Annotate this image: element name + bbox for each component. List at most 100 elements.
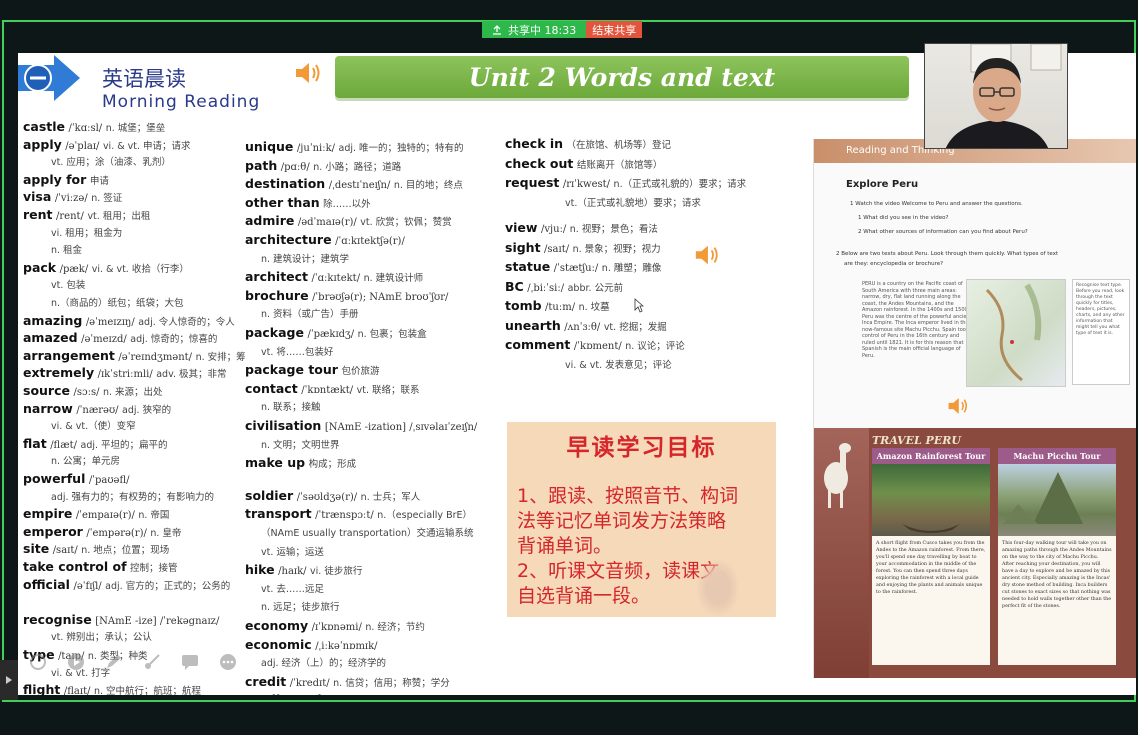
vocab-meaning: n. 地点；位置；现场 bbox=[81, 545, 170, 557]
vocab-word: hike bbox=[245, 562, 275, 578]
vocab-entry: brochure /ˈbrəʊʃə(r); NAmE broʊˈʃʊr/ bbox=[245, 289, 448, 303]
speaker-icon[interactable] bbox=[947, 396, 969, 416]
chat-icon[interactable] bbox=[180, 653, 200, 671]
vocab-phonetic: /saɪt/ bbox=[544, 243, 570, 255]
vocab-entry: unearth /ʌnˈɜːθ/ vt. 挖掘；发掘 bbox=[505, 317, 667, 333]
vocab-phonetic: /rɪˈkwest/ bbox=[562, 179, 611, 190]
vocab-phonetic: /haɪk/ bbox=[278, 566, 307, 578]
vocab-entry: vi. & vt. 发表意见；评论 bbox=[565, 359, 672, 371]
vocab-meaning: vt. 将……包装好 bbox=[261, 346, 334, 358]
vocab-entry: take control of 控制；接管 bbox=[23, 560, 178, 574]
vocab-phonetic: /ˈviːzə/ bbox=[54, 193, 88, 205]
vocab-word: unique bbox=[245, 139, 294, 154]
vocab-entry: destination /ˌdestɪˈneɪʃn/ n. 目的地；终点 bbox=[245, 177, 463, 192]
vocab-entry: vi. & vt.（使）变窄 bbox=[51, 420, 136, 432]
logo-title-zh: 英语晨读 bbox=[102, 67, 186, 91]
vocab-word: unearth bbox=[505, 317, 561, 333]
vocab-entry: architecture /ˈɑːkɪtektʃə(r)/ bbox=[245, 233, 405, 247]
vocab-meaning: n. 安排；筹 bbox=[195, 351, 246, 363]
chevron-right-icon bbox=[6, 676, 12, 684]
vocab-entry: vt. 应用；涂（油漆、乳剂） bbox=[51, 156, 171, 168]
stop-share-button[interactable]: 结束共享 bbox=[586, 21, 643, 38]
vocab-word: amazed bbox=[23, 330, 78, 346]
presenter-webcam bbox=[924, 43, 1068, 149]
vocab-entry: apply /əˈplaɪ/ vi. & vt. 申请；请求 bbox=[23, 138, 191, 152]
vocab-entry: soldier /ˈsəʊldʒə(r)/ n. 士兵；军人 bbox=[245, 487, 421, 503]
vocab-phonetic: /ˌdestɪˈneɪʃn/ bbox=[328, 180, 391, 192]
speaker-icon[interactable] bbox=[694, 243, 720, 267]
vocab-entry: pack /pæk/ vi. & vt. 收拾（行李） bbox=[23, 261, 189, 275]
vocab-word: rent bbox=[23, 207, 53, 222]
side-panel-toggle[interactable] bbox=[0, 660, 18, 700]
vocab-word: tomb bbox=[505, 298, 542, 313]
pen-icon[interactable] bbox=[104, 653, 124, 671]
vocab-word: narrow bbox=[23, 400, 73, 416]
vocab-entry: transport /ˈtrænspɔːt/ n.（especially BrE… bbox=[245, 508, 472, 521]
vocab-word: make up bbox=[245, 455, 306, 471]
annotation-toolbar bbox=[18, 648, 318, 676]
vocab-entry: n.（商品的）纸包；纸袋；大包 bbox=[51, 297, 184, 309]
vocab-meaning: vt. 欣赏；钦佩；赞赏 bbox=[360, 217, 452, 229]
vocab-word: apply for bbox=[23, 171, 87, 187]
vocab-phonetic: /ˈpaʊəfl/ bbox=[88, 475, 130, 486]
mountain-icon bbox=[1003, 472, 1083, 524]
goal-line: 1、跟读、按照音节、构词 bbox=[517, 485, 739, 507]
pointer-icon[interactable] bbox=[28, 653, 48, 671]
vocab-word: credit card bbox=[245, 692, 322, 695]
vocab-meaning: 结账离开（旅馆等） bbox=[576, 159, 663, 171]
vocab-meaning: n. 包裹；包装盒 bbox=[357, 329, 427, 340]
tour-title: Amazon Rainforest Tour bbox=[872, 448, 990, 464]
vocab-entry: tomb /tuːm/ n. 坟墓 bbox=[505, 298, 610, 313]
rainforest-photo bbox=[872, 464, 990, 536]
encyclopedia-text: PERU is a country on the Pacific coast o… bbox=[862, 281, 972, 359]
tour-description: This four-day walking tour will take you… bbox=[1002, 541, 1112, 609]
vocab-word: BC bbox=[505, 278, 524, 294]
vocab-word: path bbox=[245, 157, 278, 173]
vocab-word: flat bbox=[23, 435, 47, 451]
vocab-entry: check in （在旅馆、机场等）登记 bbox=[505, 137, 671, 151]
vocab-meaning: vt. 运输；运送 bbox=[261, 546, 324, 558]
tour-description: A short flight from Cusco takes you from… bbox=[876, 541, 986, 595]
vocab-phonetic: /ˈempaɪə(r)/ bbox=[75, 510, 135, 522]
vocab-word: extremely bbox=[23, 365, 95, 381]
vocab-meaning: （NAmE usually transportation）交通运输系统 bbox=[261, 528, 474, 539]
vocab-meaning: n. 城堡；堡垒 bbox=[105, 123, 166, 134]
vocab-entry: adj. 强有力的；有权势的；有影响力的 bbox=[51, 491, 214, 503]
speaker-icon[interactable] bbox=[294, 61, 322, 85]
vocab-entry: vt.（正式或礼貌地）要求；请求 bbox=[565, 197, 701, 209]
vocab-entry: amazed /əˈmeɪzd/ adj. 惊奇的；惊喜的 bbox=[23, 330, 217, 346]
mouse-cursor-icon bbox=[634, 298, 644, 313]
play-icon[interactable] bbox=[66, 653, 86, 671]
vocab-meaning: vt. 联络；联系 bbox=[356, 384, 420, 396]
vocab-entry: n. 建筑设计；建筑学 bbox=[261, 253, 349, 265]
vocab-phonetic: /ˈɑːkɪtekt/ bbox=[311, 273, 361, 285]
vocab-phonetic: /ɪˈkɒnəmi/ bbox=[311, 622, 362, 633]
vocab-entry: vi. 租用；租金为 bbox=[51, 227, 122, 239]
more-icon[interactable] bbox=[218, 653, 238, 671]
vocab-entry: request /rɪˈkwest/ n.（正式或礼貌的）要求；请求 bbox=[505, 176, 746, 190]
vocab-meaning: vi. & vt. 申请；请求 bbox=[102, 140, 191, 152]
vocab-meaning: adj. 令人惊奇的；令人 bbox=[138, 316, 235, 328]
vocab-entry: path /pɑːθ/ n. 小路；路径；道路 bbox=[245, 157, 401, 173]
tour-title: Machu Picchu Tour bbox=[998, 448, 1116, 464]
vocab-word: empire bbox=[23, 506, 73, 522]
vocab-phonetic: /ˈkɒntækt/ bbox=[301, 384, 354, 396]
vocab-word: soldier bbox=[245, 487, 294, 503]
screen-share-window: 共享中 18:33 结束共享 英语晨读 Morning Reading Unit… bbox=[0, 0, 1138, 735]
vocab-entry: check out 结账离开（旅馆等） bbox=[505, 157, 663, 171]
vocab-meaning: vi. 徒步旅行 bbox=[310, 566, 363, 578]
vocab-meaning: n. 资料（或广告）手册 bbox=[261, 309, 359, 321]
boat-icon bbox=[902, 524, 960, 533]
vocab-word: castle bbox=[23, 119, 66, 134]
vocab-phonetic: /ʌnˈɜːθ/ bbox=[564, 321, 601, 333]
map-icon bbox=[985, 283, 1042, 382]
vocab-meaning: n. 公寓；单元房 bbox=[51, 456, 121, 468]
brush-icon[interactable] bbox=[142, 653, 162, 671]
vocab-entry: BC /ˌbiːˈsiː/ abbr. 公元前 bbox=[505, 278, 623, 294]
vocab-meaning: n. 皇帝 bbox=[150, 527, 182, 539]
vocab-meaning: vi. & vt.（使）变窄 bbox=[51, 421, 136, 433]
vocab-word: recognise bbox=[23, 611, 92, 627]
vocab-entry: n. 租金 bbox=[51, 244, 82, 256]
vocab-entry: vt. 将……包装好 bbox=[261, 346, 333, 358]
vocab-meaning: n. 士兵；军人 bbox=[360, 491, 421, 503]
